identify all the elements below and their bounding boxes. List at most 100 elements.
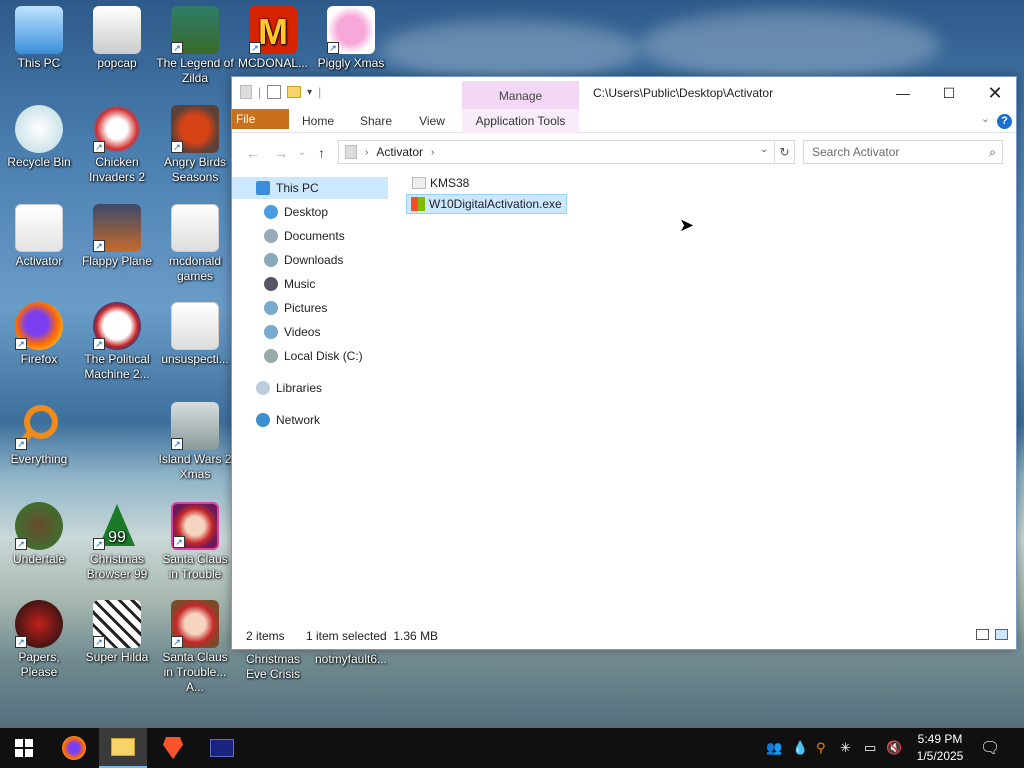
santa-icon: ↗ xyxy=(171,502,219,550)
papers-please-icon: ↗ xyxy=(15,600,63,648)
nav-item-local-disk[interactable]: Local Disk (C:) xyxy=(264,345,363,367)
desktop-icon-mcdonald-games[interactable]: mcdonald games xyxy=(156,204,234,284)
volume-muted-icon[interactable]: 🔇 xyxy=(886,740,902,756)
desktop-icon-christmas-browser[interactable]: 99 ↗ Christmas Browser 99 xyxy=(78,502,156,582)
nav-item-downloads[interactable]: Downloads xyxy=(264,249,343,271)
customize-qat-icon[interactable]: ▾ xyxy=(307,87,312,98)
exe-icon xyxy=(411,197,425,211)
nav-item-desktop[interactable]: Desktop xyxy=(264,201,328,223)
status-bar: 2 items 1 item selected 1.36 MB xyxy=(232,623,1016,649)
chevron-right-icon[interactable]: › xyxy=(431,147,434,158)
manage-contextual-tab[interactable]: Manage xyxy=(462,81,579,109)
desktop-icon-political-machine[interactable]: ↗ The Political Machine 2... xyxy=(78,302,156,382)
documents-icon xyxy=(264,229,278,243)
sparkle-icon[interactable]: ✳ xyxy=(840,740,851,756)
shortcut-arrow-icon: ↗ xyxy=(173,536,185,548)
desktop-icon-undertale[interactable]: ↗ Undertale xyxy=(0,502,78,567)
address-dropdown-icon[interactable]: ⌄ xyxy=(760,144,768,155)
cloud xyxy=(640,10,940,80)
shortcut-arrow-icon: ↗ xyxy=(93,338,105,350)
desktop-icon-super-hilda[interactable]: ↗ Super Hilda xyxy=(78,600,156,665)
tab-application-tools[interactable]: Application Tools xyxy=(462,109,579,133)
shortcut-arrow-icon: ↗ xyxy=(93,636,105,648)
zilda-icon: ↗ xyxy=(171,6,219,54)
chevron-down-icon[interactable]: ⌄ xyxy=(981,112,990,125)
tab-file[interactable]: File xyxy=(232,109,289,129)
recent-dropdown-icon[interactable]: ⌄ xyxy=(298,147,306,158)
search-icon[interactable]: ⌕ xyxy=(989,141,996,163)
help-icon[interactable]: ? xyxy=(997,114,1012,129)
everything-tray-icon[interactable]: ⚲ xyxy=(816,740,826,756)
new-folder-icon[interactable] xyxy=(287,86,302,98)
desktop-icon-firefox[interactable]: ↗ Firefox xyxy=(0,302,78,367)
address-bar[interactable]: › Activator › xyxy=(338,140,775,164)
nav-item-music[interactable]: Music xyxy=(264,273,315,295)
firefox-icon xyxy=(62,736,86,760)
tab-share[interactable]: Share xyxy=(350,109,402,133)
desktop-icon-activator[interactable]: Activator xyxy=(0,204,78,269)
desktop-icon-mcdonalds[interactable]: M ↗ MCDONAL... xyxy=(234,6,312,71)
nav-item-this-pc[interactable]: This PC xyxy=(232,177,388,199)
desktop-icon-everything[interactable]: ↗ Everything xyxy=(0,402,78,467)
taskbar-file-explorer[interactable] xyxy=(99,728,147,768)
start-button[interactable] xyxy=(0,728,48,768)
disk-icon xyxy=(264,349,278,363)
desktop-icon-popcap[interactable]: popcap xyxy=(78,6,156,71)
taskbar-brave[interactable] xyxy=(149,728,197,768)
desktop-icon-christmas-eve-crisis[interactable]: Christmas Eve Crisis xyxy=(234,652,312,682)
up-arrow-icon[interactable]: ↑ xyxy=(318,145,325,161)
minimize-button[interactable]: — xyxy=(880,77,926,109)
network-tray-icon[interactable]: ▭ xyxy=(864,740,876,756)
downloads-icon xyxy=(264,253,278,267)
taskbar-firefox[interactable] xyxy=(50,728,98,768)
tab-home[interactable]: Home xyxy=(292,109,344,133)
notification-icon[interactable]: 🗨 xyxy=(980,738,1000,758)
properties-icon[interactable] xyxy=(267,85,282,99)
people-icon[interactable]: 👥 xyxy=(766,740,782,756)
undertale-icon: ↗ xyxy=(15,502,63,550)
nav-item-videos[interactable]: Videos xyxy=(264,321,320,343)
desktop-icon-piggly-xmas[interactable]: ↗ Piggly Xmas xyxy=(312,6,390,71)
desktop-icon-island-wars[interactable]: ↗ Island Wars 2 Xmas xyxy=(156,402,234,482)
desktop-icon-santa-claus-trouble[interactable]: ↗ Santa Claus in Trouble xyxy=(156,502,234,582)
refresh-button[interactable]: ↻ xyxy=(775,140,795,164)
large-icons-view-icon[interactable] xyxy=(995,629,1008,640)
desktop-icon-legend-of-zilda[interactable]: ↗ The Legend of Zilda xyxy=(156,6,234,86)
nav-item-documents[interactable]: Documents xyxy=(264,225,345,247)
close-button[interactable]: ✕ xyxy=(972,77,1018,109)
taskbar-app[interactable] xyxy=(198,728,246,768)
navigation-pane: This PC Desktop Documents Downloads Musi… xyxy=(232,171,402,611)
back-arrow-icon[interactable]: ← xyxy=(246,145,260,161)
tab-view[interactable]: View xyxy=(408,109,456,133)
desktop-icon-notmyfault[interactable]: notmyfault6... xyxy=(312,652,390,667)
flappy-plane-icon: ↗ xyxy=(93,204,141,252)
address-row: ← → ⌄ ↑ › Activator › ⌄ ↻ Search Activat… xyxy=(232,133,1016,171)
network-icon xyxy=(256,413,270,427)
super-hilda-icon: ↗ xyxy=(93,600,141,648)
window-app-icon xyxy=(210,739,234,757)
search-box[interactable]: Search Activator ⌕ xyxy=(803,140,1003,164)
clock[interactable]: 5:49 PM 1/5/2025 xyxy=(908,731,972,765)
desktop-icon-angry-birds[interactable]: ↗ Angry Birds Seasons xyxy=(156,105,234,185)
desktop-icon-recycle-bin[interactable]: Recycle Bin xyxy=(0,105,78,170)
view-toggle xyxy=(976,629,1008,640)
details-view-icon[interactable] xyxy=(976,629,989,640)
file-item-kms38[interactable]: KMS38 xyxy=(408,173,473,193)
maximize-button[interactable]: ☐ xyxy=(926,77,972,109)
nav-item-libraries[interactable]: Libraries xyxy=(256,377,322,399)
droplet-icon[interactable]: 💧 xyxy=(792,740,808,756)
title-bar: | ▾ | Manage C:\Users\Public\Desktop\Act… xyxy=(232,77,1016,109)
file-item-w10digitalactivation[interactable]: W10DigitalActivation.exe xyxy=(406,194,567,214)
nav-item-pictures[interactable]: Pictures xyxy=(264,297,327,319)
forward-arrow-icon[interactable]: → xyxy=(274,145,288,161)
political-machine-icon: ↗ xyxy=(93,302,141,350)
chevron-right-icon[interactable]: › xyxy=(365,147,368,158)
desktop-icon-this-pc[interactable]: This PC xyxy=(0,6,78,71)
desktop-icon-flappy-plane[interactable]: ↗ Flappy Plane xyxy=(78,204,156,269)
desktop-icon-santa-claus-trouble-a[interactable]: ↗ Santa Claus in Trouble... A... xyxy=(156,600,234,695)
desktop-icon-papers-please[interactable]: ↗ Papers, Please xyxy=(0,600,78,680)
nav-item-network[interactable]: Network xyxy=(256,409,320,431)
breadcrumb-activator[interactable]: Activator xyxy=(376,145,423,159)
desktop-icon-chicken-invaders[interactable]: ↗ Chicken Invaders 2 xyxy=(78,105,156,185)
desktop-icon-unsuspecting[interactable]: unsuspecti... xyxy=(156,302,234,367)
